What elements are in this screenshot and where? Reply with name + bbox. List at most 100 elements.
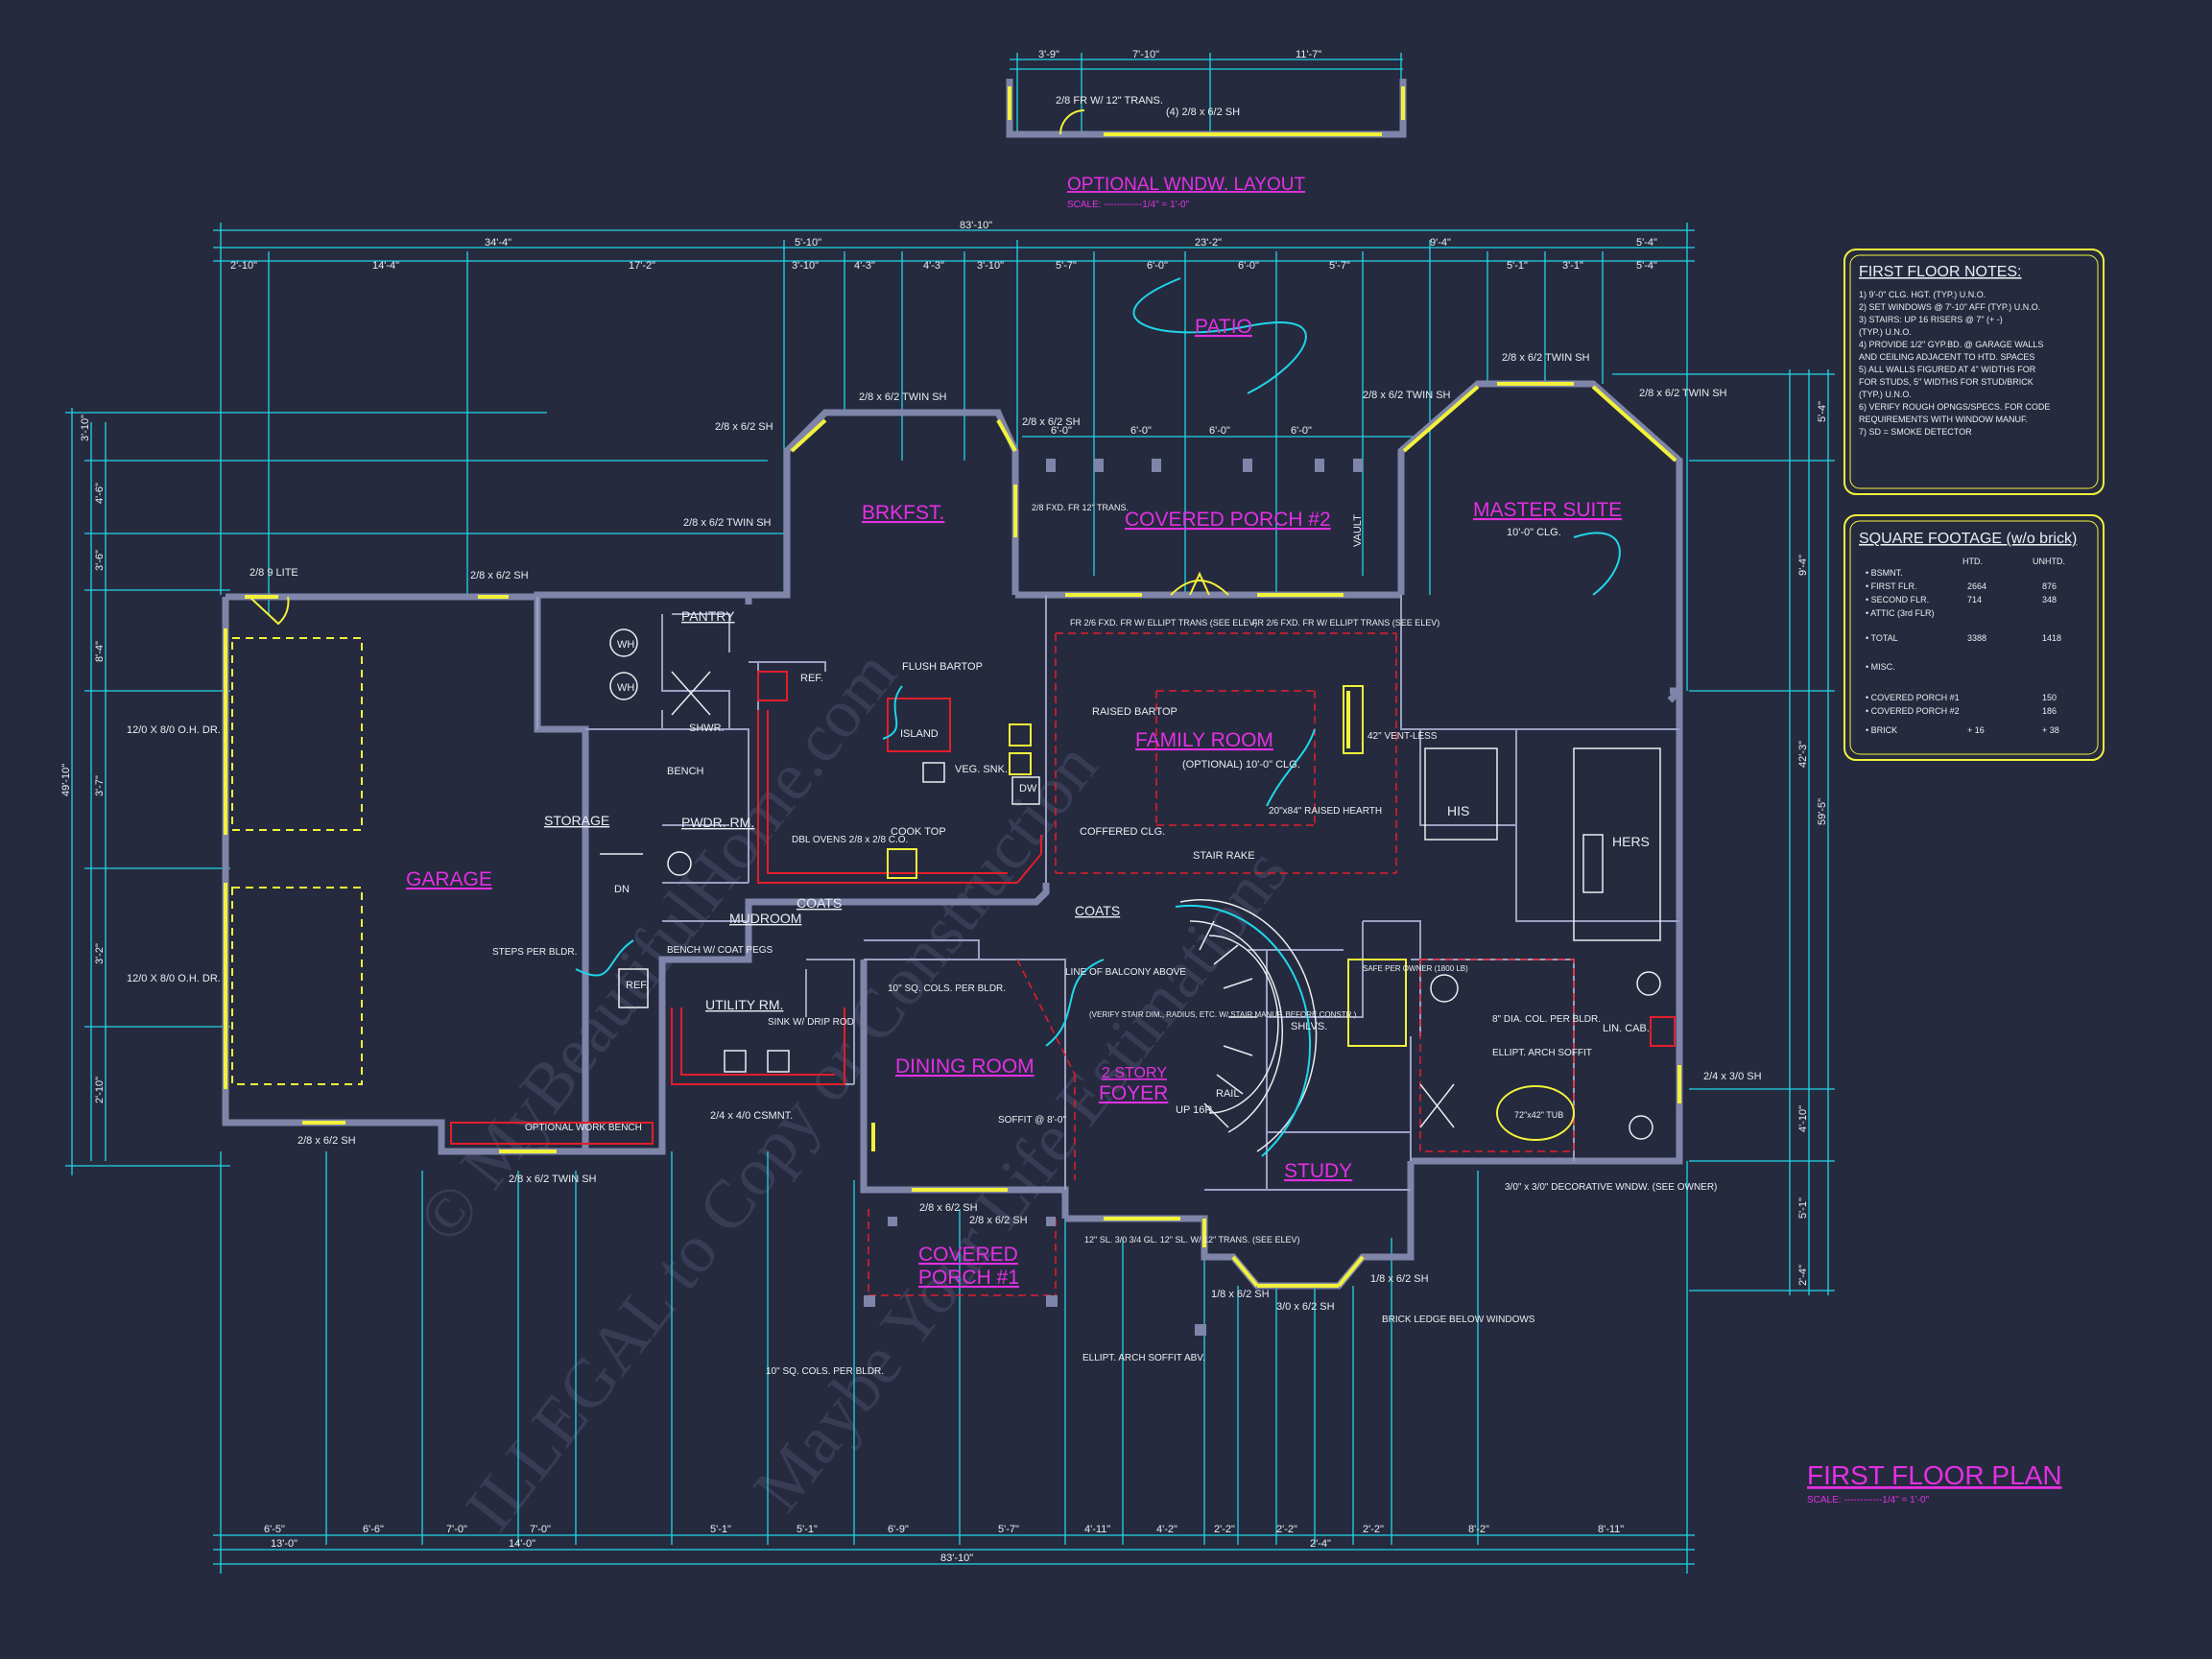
wl-20: 2/8 9 LITE (250, 567, 298, 579)
dim-left-4: 8'-4" (94, 641, 106, 662)
dim-top-12: 5'-1" (1507, 260, 1528, 272)
label-his: HIS (1447, 803, 1469, 818)
wl-9: 12/0 X 8/0 O.H. DR. (127, 724, 221, 736)
dim-right-1: 5'-4" (1817, 401, 1828, 422)
watermark-line-3: Maybe Your Life Estimations (739, 834, 1303, 1526)
sqft-rows: • BSMNT. • FIRST FLR. 2664 876 • SECOND FLR.… (1866, 568, 2061, 735)
label-shwr: SHWR. (689, 723, 725, 734)
room-covered-porch-1-line-1: COVERED (918, 1244, 1018, 1266)
label-raised-hearth: 20"x84" RAISED HEARTH (1269, 806, 1382, 817)
dim-left-1: 3'-10" (80, 415, 91, 441)
dim-top-13: 3'-1" (1562, 260, 1583, 272)
label-pwdr: PWDR. RM. (681, 815, 754, 830)
dim-right-3: 42'-3" (1797, 741, 1809, 768)
label-dia-col: 8" DIA. COL. PER BLDR. (1492, 1014, 1601, 1025)
dim-top-7: 3'-10" (977, 260, 1004, 272)
label-safe: SAFE PER OWNER (1800 LB) (1363, 964, 1468, 973)
dim-bottom-12: 2'-2" (1276, 1524, 1297, 1535)
label-pantry: PANTRY (681, 608, 735, 624)
label-verify-stair: (VERIFY STAIR DIM., RADIUS, ETC. W/ STAI… (1089, 1010, 1357, 1019)
dim-top2-2: 5'-10" (795, 237, 821, 249)
dim-top-4: 3'-10" (792, 260, 819, 272)
dim-bottom-9: 4'-11" (1084, 1524, 1110, 1535)
sqft-unhtd: 186 (2042, 706, 2057, 716)
note-line: 6) VERIFY ROUGH OPNGS/SPECS. FOR CODE (1859, 402, 2050, 412)
sqft-label: • MISC. (1866, 662, 1895, 672)
sqft-htd: 2664 (1967, 581, 1986, 591)
dim-right-4: 59'-5" (1817, 798, 1828, 825)
wl-6: 2/8 x 6/2 TWIN SH (683, 517, 772, 529)
dim-top-14: 5'-4" (1636, 260, 1657, 272)
wl-3: 2/8 x 6/2 SH (1022, 416, 1081, 428)
dim-top2-4: 9'-4" (1430, 237, 1451, 249)
dim-bottom-2: 6'-6" (363, 1524, 384, 1535)
exterior-walls (222, 380, 1683, 1290)
label-coffered: COFFERED CLG. (1080, 826, 1165, 838)
optional-window-scale: SCALE: ------------1/4" = 1'-0" (1067, 200, 1190, 210)
note-line: (TYP.) U.N.O. (1859, 327, 1912, 337)
dim-left-2: 4'-6" (94, 483, 106, 504)
dim-bottom-1: 6'-5" (264, 1524, 285, 1535)
note-line: 3) STAIRS: UP 16 RISERS @ 7" (+ -) (1859, 315, 2003, 324)
room-covered-porch-2: COVERED PORCH #2 (1125, 509, 1331, 531)
wl-8: 2/8 x 6/2 TWIN SH (1639, 388, 1727, 399)
label-vent-less: 42" VENT-LESS (1368, 731, 1438, 742)
label-dbl-ovens: DBL OVENS 2/8 x 2/8 C.O. (792, 835, 908, 845)
label-wh-2: WH (617, 682, 634, 694)
label-master-clg: 10'-0" CLG. (1507, 527, 1561, 538)
sqft-htd: + 16 (1967, 725, 1985, 735)
right-dimensions: 5'-4" 9'-4" 42'-3" 59'-5" 4'-10" 5'-1" 2… (1612, 369, 1835, 1295)
note-line: 4) PROVIDE 1/2" GYP.BD. @ GARAGE WALLS (1859, 340, 2043, 349)
note-line: 5) ALL WALLS FIGURED AT 4" WIDTHS FOR (1859, 365, 2036, 374)
dim-top2-3: 23'-2" (1195, 237, 1222, 249)
label-bench: BENCH (667, 766, 704, 777)
note-line: 2) SET WINDOWS @ 7'-10" AFF (TYP.) U.N.O… (1859, 302, 2040, 312)
wl-1: 2/8 x 6/2 TWIN SH (1502, 352, 1590, 364)
sqft-label: • TOTAL (1866, 633, 1898, 643)
left-dimensions: 49'-10" 3'-10" 4'-6" 3'-6" 8'-4" 3'-7" 3… (60, 408, 787, 1175)
label-decorative: 3/0" x 3/0" DECORATIVE WNDW. (SEE OWNER) (1505, 1182, 1717, 1193)
dim-bottom-13: 2'-4" (1310, 1538, 1331, 1550)
label-steps: STEPS PER BLDR. (492, 947, 577, 958)
porch-dim-2: 6'-0" (1130, 425, 1152, 437)
wl-15: 2/8 x 6/2 SH (969, 1215, 1028, 1226)
dim-top-9: 6'-0" (1147, 260, 1168, 272)
label-rail: RAIL (1216, 1088, 1239, 1100)
floor-plan-drawing: © MyBeautifulHome.com ILLEGAL to Copy or… (60, 49, 2105, 1574)
dim-bottom-8: 5'-7" (998, 1524, 1019, 1535)
sqft-col-unhtd: UNHTD. (2033, 557, 2065, 566)
label-cols-porch: 10" SQ. COLS. PER BLDR. (766, 1366, 884, 1377)
dim-bottom-15: 8'-2" (1468, 1524, 1489, 1535)
dim-top-5: 4'-3" (854, 260, 875, 272)
sqft-htd: 714 (1967, 595, 1982, 604)
room-covered-porch-1-line-2: PORCH #1 (918, 1267, 1019, 1289)
opt-dim-2: 7'-10" (1132, 49, 1159, 60)
sqft-label: • BRICK (1866, 725, 1897, 735)
dim-top-10: 6'-0" (1238, 260, 1259, 272)
room-study: STUDY (1284, 1160, 1352, 1182)
wl-19: 2/4 x 3/0 SH (1703, 1071, 1762, 1082)
wl-16: 1/8 x 6/2 SH (1211, 1289, 1270, 1300)
sqft-unhtd: 1418 (2042, 633, 2061, 643)
sqft-label: • COVERED PORCH #2 (1866, 706, 1960, 716)
wl-13: 2/4 x 4/0 CSMNT. (710, 1110, 793, 1122)
dim-right-6: 5'-1" (1797, 1197, 1809, 1219)
dim-right-2: 9'-4" (1797, 555, 1809, 576)
sqft-label: • COVERED PORCH #1 (1866, 693, 1960, 702)
label-tub: 72"x42" TUB (1514, 1110, 1563, 1120)
dim-bottom2-3: 83'-10" (940, 1552, 973, 1564)
dim-bottom-4: 7'-0" (530, 1524, 551, 1535)
dim-bottom-7: 6'-9" (888, 1524, 909, 1535)
title-scale: SCALE: ------------1/4" = 1'-0" (1807, 1495, 1930, 1505)
dim-right-7: 2'-4" (1797, 1265, 1809, 1286)
optional-window-layout: 3'-9" 7'-10" 11'-7" 2/8 FR W/ 12" TRANS.… (1006, 49, 1407, 210)
room-master-suite: MASTER SUITE (1473, 499, 1622, 521)
label-front-door: 12" SL. 3/0 3/4 GL. 12" SL. W/ 12" TRANS… (1084, 1235, 1300, 1244)
room-brkfst: BRKFST. (862, 502, 944, 524)
dim-bottom-5: 5'-1" (710, 1524, 731, 1535)
label-optional-clg: (OPTIONAL) 10'-0" CLG. (1182, 759, 1300, 770)
wl-17: 3/0 x 6/2 SH (1276, 1301, 1335, 1313)
dim-top-2: 14'-4" (372, 260, 399, 272)
dim-bottom2-2: 14'-0" (509, 1538, 535, 1550)
porch-dim-4: 6'-0" (1291, 425, 1312, 437)
